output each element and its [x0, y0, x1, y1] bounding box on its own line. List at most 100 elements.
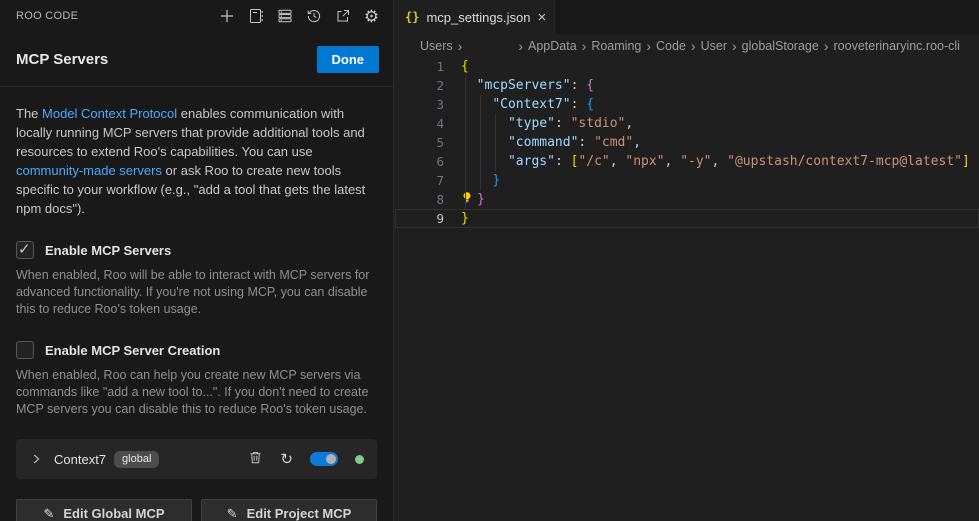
- done-button[interactable]: Done: [317, 46, 380, 73]
- prompts-button[interactable]: [244, 5, 267, 28]
- code-line[interactable]: 5 "command": "cmd",: [395, 133, 979, 152]
- line-number: 8: [395, 190, 444, 209]
- server-row-context7[interactable]: Context7 global ↻: [16, 439, 377, 479]
- code-line[interactable]: 1{: [395, 57, 979, 76]
- breadcrumb-item[interactable]: Code: [656, 39, 686, 53]
- mcp-servers-button[interactable]: [273, 5, 296, 28]
- breadcrumb-separator-icon: ›: [732, 38, 737, 54]
- server-actions: ↻: [248, 450, 364, 468]
- status-dot: [355, 455, 364, 464]
- breadcrumb-separator-icon: ›: [458, 38, 463, 54]
- model-context-protocol-link[interactable]: Model Context Protocol: [42, 106, 177, 121]
- enable-mcp-servers-description: When enabled, Roo will be able to intera…: [16, 267, 378, 318]
- code-line[interactable]: 2 "mcpServers": {: [395, 76, 979, 95]
- notebook-icon: [248, 8, 264, 24]
- breadcrumb-item[interactable]: globalStorage: [742, 39, 819, 53]
- line-number: 2: [395, 76, 444, 95]
- code-line-content: "type": "stdio",: [444, 114, 633, 133]
- refresh-icon: ↻: [280, 452, 293, 467]
- breadcrumb-item[interactable]: Users: [420, 39, 453, 53]
- gear-icon: ⚙: [364, 8, 379, 25]
- editor-area: {} mcp_settings.json × Users › › AppData › Ro…: [395, 0, 979, 521]
- indent-guide: [465, 76, 466, 209]
- server-scope-badge: global: [114, 451, 159, 468]
- enable-mcp-servers-label: Enable MCP Servers: [45, 243, 171, 258]
- open-in-editor-button[interactable]: [331, 5, 354, 28]
- line-number: 9: [395, 209, 444, 228]
- page-title: MCP Servers: [16, 51, 108, 68]
- breadcrumb: Users › › AppData › Roaming › Code › User › globalS…: [395, 35, 979, 56]
- vscode-window: ROO CODE ⚙: [0, 0, 979, 521]
- line-number: 1: [395, 57, 444, 76]
- panel-body: The Model Context Protocol enables commu…: [0, 104, 393, 521]
- toolbar-icons: ⚙: [215, 5, 383, 28]
- line-number: 7: [395, 171, 444, 190]
- edit-project-mcp-button[interactable]: ✎ Edit Project MCP: [201, 499, 377, 521]
- code-line-content: {: [444, 57, 469, 76]
- server-name: Context7: [54, 452, 106, 467]
- enable-mcp-server-creation-checkbox[interactable]: ✓: [16, 341, 34, 359]
- breadcrumb-separator-icon: ›: [646, 38, 651, 54]
- plus-icon: [219, 8, 235, 24]
- breadcrumb-separator-icon: ›: [691, 38, 696, 54]
- external-link-icon: [335, 8, 351, 24]
- enable-mcp-server-creation-label: Enable MCP Server Creation: [45, 343, 220, 358]
- line-number: 6: [395, 152, 444, 171]
- edit-global-mcp-button[interactable]: ✎ Edit Global MCP: [16, 499, 192, 521]
- code-line-content: }: [444, 209, 469, 228]
- community-made-servers-link[interactable]: community-made servers: [16, 163, 162, 178]
- code-line[interactable]: 7 }: [395, 171, 979, 190]
- code-line-content: "Context7": {: [444, 95, 594, 114]
- server-icon: [277, 8, 293, 24]
- code-line[interactable]: 3 "Context7": {: [395, 95, 979, 114]
- breadcrumb-separator-icon: ›: [518, 38, 523, 54]
- close-icon[interactable]: ×: [538, 10, 547, 25]
- code-editor[interactable]: 1{2 "mcpServers": {3 "Context7": {4 "typ…: [395, 56, 979, 228]
- toggle-knob: [326, 454, 336, 464]
- breadcrumb-item[interactable]: User: [701, 39, 727, 53]
- intro-text: The Model Context Protocol enables commu…: [16, 104, 379, 218]
- roo-code-panel: ROO CODE ⚙: [0, 0, 394, 521]
- tab-bar: {} mcp_settings.json ×: [395, 0, 979, 35]
- checkmark-icon: ✓: [18, 240, 31, 258]
- code-line-content: "args": ["/c", "npx", "-y", "@upstash/co…: [444, 152, 970, 171]
- trash-icon: [248, 450, 263, 468]
- intro-part: The: [16, 106, 42, 121]
- code-line[interactable]: 9}: [395, 209, 979, 228]
- restart-server-button[interactable]: ↻: [280, 452, 293, 467]
- breadcrumb-item[interactable]: AppData: [528, 39, 577, 53]
- code-line[interactable]: 4 "type": "stdio",: [395, 114, 979, 133]
- breadcrumb-item[interactable]: rooveterinaryinc.roo-cli: [834, 39, 960, 53]
- edit-project-mcp-label: Edit Project MCP: [247, 506, 352, 521]
- new-task-button[interactable]: [215, 5, 238, 28]
- breadcrumb-item[interactable]: Roaming: [591, 39, 641, 53]
- lightbulb-icon[interactable]: [461, 191, 477, 210]
- line-number: 5: [395, 133, 444, 152]
- breadcrumb-separator-icon: ›: [582, 38, 587, 54]
- enable-mcp-servers-checkbox[interactable]: ✓: [16, 241, 34, 259]
- breadcrumb-separator-icon: ›: [824, 38, 829, 54]
- enable-mcp-server-creation-row: ✓ Enable MCP Server Creation: [16, 341, 377, 359]
- code-line-content: "mcpServers": {: [444, 76, 594, 95]
- panel-toolbar: ROO CODE ⚙: [0, 0, 393, 32]
- tab-label: mcp_settings.json: [426, 10, 530, 25]
- line-number: 3: [395, 95, 444, 114]
- delete-server-button[interactable]: [248, 450, 263, 468]
- pencil-icon: ✎: [43, 506, 54, 521]
- enable-mcp-server-creation-description: When enabled, Roo can help you create ne…: [16, 367, 378, 418]
- indent-guide: [480, 95, 481, 190]
- server-enabled-toggle[interactable]: [310, 452, 338, 466]
- history-button[interactable]: [302, 5, 325, 28]
- history-icon: [306, 8, 322, 24]
- indent-guide: [495, 114, 496, 171]
- tab-mcp-settings[interactable]: {} mcp_settings.json ×: [395, 0, 555, 34]
- edit-global-mcp-label: Edit Global MCP: [63, 506, 164, 521]
- code-line[interactable]: 8}: [395, 190, 979, 209]
- code-line[interactable]: 6 "args": ["/c", "npx", "-y", "@upstash/…: [395, 152, 979, 171]
- settings-button[interactable]: ⚙: [360, 5, 383, 28]
- edit-buttons-row: ✎ Edit Global MCP ✎ Edit Project MCP: [16, 499, 377, 521]
- pencil-icon: ✎: [227, 506, 238, 521]
- chevron-right-icon[interactable]: [29, 452, 43, 466]
- json-file-icon: {}: [405, 10, 419, 24]
- panel-title: ROO CODE: [16, 10, 78, 22]
